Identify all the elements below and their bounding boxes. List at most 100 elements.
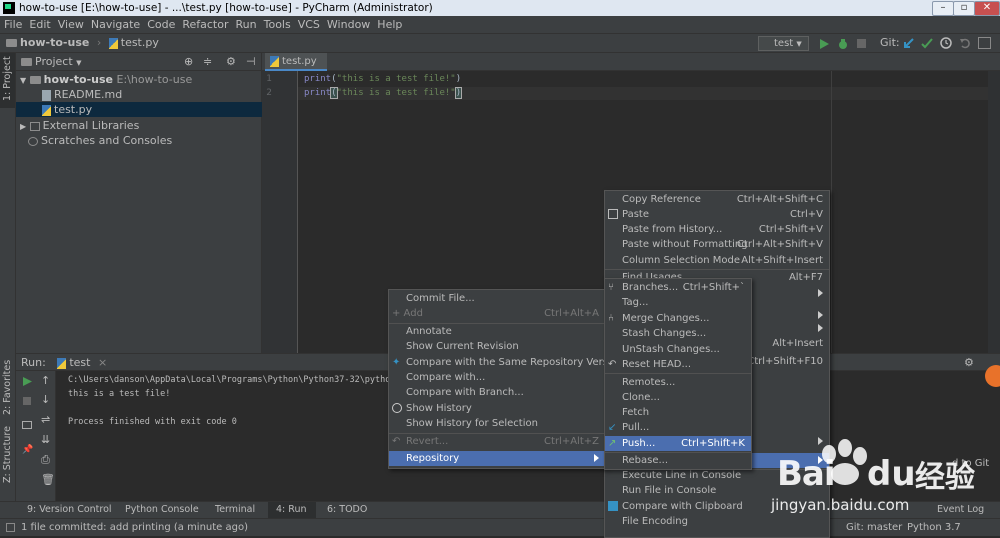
menu-item-compare-branch[interactable]: Compare with Branch...: [389, 385, 605, 400]
tree-item-readme[interactable]: README.md: [16, 87, 288, 102]
tab-terminal[interactable]: Terminal: [215, 502, 255, 518]
menu-item-branches[interactable]: ⑂ Branches... Ctrl+Shift+`: [605, 280, 751, 295]
tree-item-external-libraries[interactable]: ▶ External Libraries: [16, 118, 266, 133]
soft-wrap-icon[interactable]: ⇌: [41, 413, 50, 426]
tree-root[interactable]: ▼ how-to-use E:\how-to-use: [16, 72, 266, 87]
history-clock-icon[interactable]: [940, 37, 952, 49]
menu-item-add[interactable]: + Add Ctrl+Alt+A: [389, 306, 605, 321]
menu-item-show-current-revision[interactable]: Show Current Revision: [389, 339, 605, 354]
git-commit-check-icon[interactable]: [921, 38, 933, 49]
close-run-tab-icon[interactable]: ×: [98, 356, 107, 369]
hide-panel-icon[interactable]: ⊣: [246, 53, 256, 71]
submenu-arrow-icon: [818, 311, 823, 319]
minimize-button[interactable]: –: [932, 1, 954, 16]
menu-item-revert[interactable]: ↶ Revert... Ctrl+Alt+Z: [389, 434, 605, 449]
print-icon[interactable]: ⎙: [41, 453, 50, 467]
menu-item-rebase[interactable]: Rebase...: [605, 453, 751, 468]
tab-run[interactable]: 4: Run: [268, 502, 316, 518]
menu-item-compare-with[interactable]: Compare with...: [389, 370, 605, 385]
menu-tools[interactable]: Tools: [264, 18, 291, 31]
gear-icon[interactable]: ⚙: [226, 53, 236, 71]
menu-navigate[interactable]: Navigate: [91, 18, 140, 31]
menu-vcs[interactable]: VCS: [298, 18, 320, 31]
notification-badge-icon[interactable]: [985, 365, 1000, 387]
menu-item-clone[interactable]: Clone...: [605, 390, 751, 405]
scroll-to-end-icon[interactable]: ⇊: [41, 433, 50, 446]
git-branch-widget[interactable]: Git: master: [846, 519, 902, 536]
menu-item-annotate[interactable]: Annotate: [389, 324, 605, 339]
menu-view[interactable]: View: [58, 18, 84, 31]
breadcrumb-project[interactable]: how-to-use: [20, 36, 89, 49]
menu-item-show-history[interactable]: Show History: [389, 401, 605, 416]
menu-item-label: Compare with the Same Repository Version: [406, 357, 624, 368]
root-name: how-to-use: [43, 73, 113, 86]
run-tab-test[interactable]: test: [69, 356, 90, 369]
python-file-icon: [108, 37, 118, 49]
menu-file[interactable]: File: [4, 18, 22, 31]
menu-item-push[interactable]: ↗ Push... Ctrl+Shift+K: [605, 436, 751, 451]
rerun-icon[interactable]: [23, 377, 32, 386]
history-clock-icon: [392, 403, 402, 413]
tab-todo[interactable]: 6: TODO: [327, 502, 367, 518]
menu-item-commit-file[interactable]: Commit File...: [389, 291, 605, 306]
menu-item-pull[interactable]: ↙ Pull...: [605, 420, 751, 435]
stop-icon[interactable]: [23, 397, 31, 405]
menu-item-reset-head[interactable]: ↶ Reset HEAD...: [605, 357, 751, 372]
menu-item-label: Merge Changes...: [622, 313, 710, 324]
left-tool-strip: 1: Project 2: Favorites Z: Structure: [0, 53, 16, 518]
maximize-button[interactable]: ▫: [953, 1, 975, 16]
scroll-down-icon[interactable]: ↓: [41, 393, 50, 406]
menu-item-tag[interactable]: Tag...: [605, 295, 751, 310]
scroll-up-icon[interactable]: ↑: [41, 374, 50, 387]
stop-icon[interactable]: [857, 39, 866, 48]
menu-item-label: Rebase...: [622, 455, 669, 466]
breadcrumb-file[interactable]: test.py: [121, 36, 159, 49]
rollback-icon[interactable]: [959, 37, 971, 49]
menu-edit[interactable]: Edit: [29, 18, 50, 31]
code-string: "this is a test file!": [336, 88, 456, 98]
project-view-select[interactable]: Project: [35, 55, 73, 68]
structure-tool-tab[interactable]: Z: Structure: [2, 426, 13, 483]
git-update-icon[interactable]: [903, 38, 914, 49]
collapse-all-icon[interactable]: ≑: [203, 53, 212, 71]
console-line: C:\Users\danson\AppData\Local\Programs\P…: [68, 375, 442, 385]
menu-run[interactable]: Run: [236, 18, 257, 31]
pin-icon[interactable]: 📌: [22, 445, 33, 455]
tab-python-console[interactable]: Python Console: [125, 502, 199, 518]
run-icon[interactable]: [819, 39, 829, 49]
menu-item-unstash-changes[interactable]: UnStash Changes...: [605, 342, 751, 357]
settings-gear-icon[interactable]: ⚙: [964, 354, 974, 371]
locate-target-icon[interactable]: ⊕: [184, 53, 193, 71]
menu-item-fetch[interactable]: Fetch: [605, 405, 751, 420]
menu-item-compare-same-repo[interactable]: ✦ Compare with the Same Repository Versio…: [389, 355, 623, 370]
trash-icon[interactable]: 🗑: [41, 473, 55, 486]
editor-scrollbar[interactable]: [988, 71, 1000, 353]
close-button[interactable]: ✕: [974, 1, 1000, 16]
python-interpreter-widget[interactable]: Python 3.7: [907, 519, 961, 536]
menu-item-merge-changes[interactable]: ⑃ Merge Changes...: [605, 311, 751, 326]
menu-item-remotes[interactable]: Remotes...: [605, 375, 751, 390]
menu-item-repository[interactable]: Repository: [389, 451, 605, 466]
menu-item-show-history-selection[interactable]: Show History for Selection: [389, 416, 605, 431]
menu-refactor[interactable]: Refactor: [182, 18, 228, 31]
menu-item-paste[interactable]: Paste Ctrl+V: [605, 207, 829, 222]
menu-item-paste-history[interactable]: Paste from History... Ctrl+Shift+V: [605, 222, 829, 237]
editor-tab-test-py[interactable]: test.py ×: [265, 53, 327, 84]
tab-version-control[interactable]: 9: Version Control: [27, 502, 112, 518]
run-config-select[interactable]: test ▼: [758, 36, 809, 51]
menu-item-paste-no-format[interactable]: Paste without Formatting Ctrl+Alt+Shift+V: [605, 237, 829, 252]
menu-item-stash-changes[interactable]: Stash Changes...: [605, 326, 751, 341]
menu-code[interactable]: Code: [147, 18, 175, 31]
menu-item-column-selection[interactable]: Column Selection Mode Alt+Shift+Insert: [605, 253, 829, 268]
menu-help[interactable]: Help: [377, 18, 402, 31]
tree-item-test-py[interactable]: test.py: [16, 102, 288, 117]
debug-icon[interactable]: [837, 38, 849, 50]
status-toggle-icon[interactable]: [6, 523, 15, 532]
menu-item-copy-reference[interactable]: Copy Reference Ctrl+Alt+Shift+C: [605, 192, 829, 207]
favorites-tool-tab[interactable]: 2: Favorites: [2, 360, 13, 415]
layout-icon[interactable]: [978, 37, 991, 49]
menu-window[interactable]: Window: [327, 18, 370, 31]
tree-item-scratches[interactable]: Scratches and Consoles: [16, 133, 274, 148]
layout-icon[interactable]: [22, 421, 32, 429]
project-tool-tab-label: 1: Project: [2, 56, 13, 101]
